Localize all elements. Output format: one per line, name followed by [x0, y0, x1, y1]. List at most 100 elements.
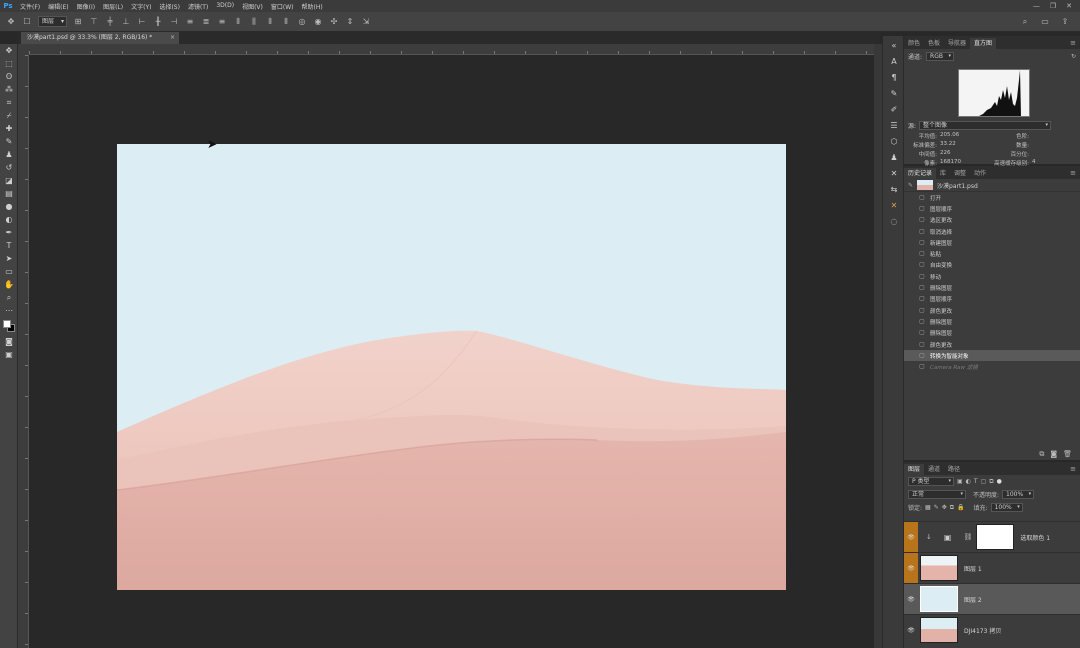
tab-swatches[interactable]: 色板: [924, 38, 944, 49]
menu-item[interactable]: 窗口(W): [267, 2, 298, 11]
channel-select[interactable]: RGB: [926, 52, 954, 61]
brush-settings-icon[interactable]: ✎: [883, 87, 905, 100]
canvas-vertical-scrollbar[interactable]: [874, 44, 882, 648]
menu-item[interactable]: 图像(I): [73, 2, 99, 11]
menu-item[interactable]: 文字(Y): [127, 2, 155, 11]
hand-tool-icon[interactable]: ✋: [0, 278, 18, 291]
tab-history[interactable]: 历史记录: [904, 168, 937, 179]
workspace-icon[interactable]: ▭: [1040, 17, 1050, 27]
distribute-right-icon[interactable]: ⫴: [265, 17, 275, 27]
lock-position-icon[interactable]: ✥: [942, 504, 947, 511]
distribute-vcenter-icon[interactable]: ≣: [201, 17, 211, 27]
history-state[interactable]: ▢ 移动: [904, 271, 1080, 282]
3d-orbit-icon[interactable]: ◎: [297, 17, 307, 27]
align-bottom-icon[interactable]: ⊥: [121, 17, 131, 27]
history-state[interactable]: ▢ 颜色更改: [904, 305, 1080, 316]
menu-item[interactable]: 编辑(E): [44, 2, 72, 11]
transform-controls-icon[interactable]: ⊞: [73, 17, 83, 27]
new-document-from-state-icon[interactable]: ⧉: [1039, 450, 1044, 459]
gradient-tool-icon[interactable]: ▤: [0, 187, 18, 200]
lock-artboard-icon[interactable]: ⧉: [950, 504, 954, 512]
history-state[interactable]: ▢ 图层顺序: [904, 294, 1080, 305]
layer-mask-thumbnail[interactable]: [976, 524, 1015, 550]
menu-item[interactable]: 文件(F): [16, 2, 44, 11]
share-icon[interactable]: ⇪: [1060, 17, 1070, 27]
canvas-area[interactable]: ➤: [29, 55, 874, 648]
visibility-eye-icon[interactable]: 👁: [904, 615, 918, 646]
history-state[interactable]: ▢ 删除图层: [904, 316, 1080, 327]
character-panel-icon[interactable]: A: [883, 55, 905, 68]
menu-item[interactable]: 帮助(H): [298, 2, 327, 11]
history-state[interactable]: ▢ 打开: [904, 192, 1080, 203]
distribute-left-icon[interactable]: ⫴: [233, 17, 243, 27]
opacity-input[interactable]: 100%: [1002, 490, 1035, 499]
filter-shape-icon[interactable]: ▢: [981, 478, 987, 485]
link-chain-icon[interactable]: ⛓: [963, 533, 972, 541]
document-canvas[interactable]: [117, 144, 786, 590]
crop-tool-icon[interactable]: ⌗: [0, 96, 18, 109]
maximize-button[interactable]: ❐: [1050, 2, 1056, 10]
pen-tool-icon[interactable]: ✒: [0, 226, 18, 239]
close-window-button[interactable]: ✕: [1066, 2, 1072, 10]
brush-tool-icon[interactable]: ✎: [0, 135, 18, 148]
3d-pan-icon[interactable]: ✣: [329, 17, 339, 27]
blur-tool-icon[interactable]: ●: [0, 200, 18, 213]
auto-select-checkbox[interactable]: ☐: [22, 17, 32, 27]
clone-stamp-tool-icon[interactable]: ♟: [0, 148, 18, 161]
magic-wand-tool-icon[interactable]: ⁂: [0, 83, 18, 96]
tab-libraries[interactable]: 库: [936, 168, 950, 179]
history-state[interactable]: ▢ 新建图层: [904, 237, 1080, 248]
layer-filter-select[interactable]: P 类型: [908, 477, 954, 486]
vertical-ruler[interactable]: [18, 55, 29, 648]
tab-channels[interactable]: 通道: [924, 464, 944, 475]
clone-source-icon[interactable]: ♟: [883, 151, 905, 164]
layer-row-dji-copy[interactable]: 👁 DJI4173 拷贝: [904, 614, 1080, 645]
layer-row-layer-1[interactable]: 👁 图层 1: [904, 552, 1080, 584]
auto-align-icon[interactable]: ⦀: [281, 17, 291, 27]
layer-row-selective-color[interactable]: 👁 ↓ ▣ ⛓ 选取颜色 1: [904, 521, 1080, 553]
align-hcenter-icon[interactable]: ╫: [153, 17, 163, 27]
history-state[interactable]: ▢ 自由变换: [904, 260, 1080, 271]
dodge-tool-icon[interactable]: ◐: [0, 213, 18, 226]
menu-item[interactable]: 视图(V): [238, 2, 267, 11]
camera-snapshot-icon[interactable]: ◙: [1050, 450, 1057, 458]
history-state[interactable]: ▢ Camera Raw 滤镜: [904, 361, 1080, 372]
visibility-eye-icon[interactable]: 👁: [904, 552, 918, 584]
filter-toggle-icon[interactable]: ●: [997, 478, 1002, 485]
history-state[interactable]: ▢ 颜色更改: [904, 339, 1080, 350]
menu-item[interactable]: 图层(L): [99, 2, 127, 11]
zoom-tool-icon[interactable]: ⌕: [0, 291, 18, 304]
tab-color[interactable]: 颜色: [904, 38, 924, 49]
close-icon[interactable]: ×: [170, 32, 175, 44]
distribute-hcenter-icon[interactable]: ⫼: [249, 17, 259, 27]
collapse-panels-icon[interactable]: «: [883, 39, 905, 52]
properties-panel-icon[interactable]: ☰: [883, 119, 905, 132]
path-selection-tool-icon[interactable]: ➤: [0, 252, 18, 265]
history-state[interactable]: ▢ 删除图层: [904, 282, 1080, 293]
eyedropper-tool-icon[interactable]: ⌿: [0, 109, 18, 122]
filter-pixel-icon[interactable]: ▣: [957, 478, 963, 485]
history-state[interactable]: ▢ 选区更改: [904, 215, 1080, 226]
healing-brush-tool-icon[interactable]: ✚: [0, 122, 18, 135]
move-tool-icon[interactable]: ✥: [6, 17, 16, 27]
paragraph-panel-icon[interactable]: ¶: [883, 71, 905, 84]
filter-smart-icon[interactable]: ⧉: [989, 478, 993, 486]
history-state[interactable]: ▢ 图层顺序: [904, 203, 1080, 214]
timeline-panel-icon[interactable]: ⇆: [883, 183, 905, 196]
align-vcenter-icon[interactable]: ╪: [105, 17, 115, 27]
eraser-tool-icon[interactable]: ◪: [0, 174, 18, 187]
tab-navigator[interactable]: 导航器: [944, 38, 970, 49]
info-panel-icon[interactable]: ◌: [883, 215, 905, 228]
tab-paths[interactable]: 路径: [944, 464, 964, 475]
fill-input[interactable]: 100%: [990, 503, 1023, 512]
visibility-eye-icon[interactable]: 👁: [904, 584, 918, 615]
layer-row-layer-2[interactable]: 👁 图层 2: [904, 583, 1080, 614]
filter-adjustment-icon[interactable]: ◐: [966, 478, 971, 485]
history-state[interactable]: ▢ 取消选择: [904, 226, 1080, 237]
tab-layers[interactable]: 图层: [904, 464, 925, 475]
menu-item[interactable]: 滤镜(T): [184, 2, 212, 11]
document-tab[interactable]: 沙漠part1.psd @ 33.3% (图层 2, RGB/16) * ×: [21, 32, 179, 44]
tab-adjustments[interactable]: 调整: [950, 168, 970, 179]
3d-slide-icon[interactable]: ⇕: [345, 17, 355, 27]
source-select[interactable]: 整个图像: [919, 121, 1052, 130]
